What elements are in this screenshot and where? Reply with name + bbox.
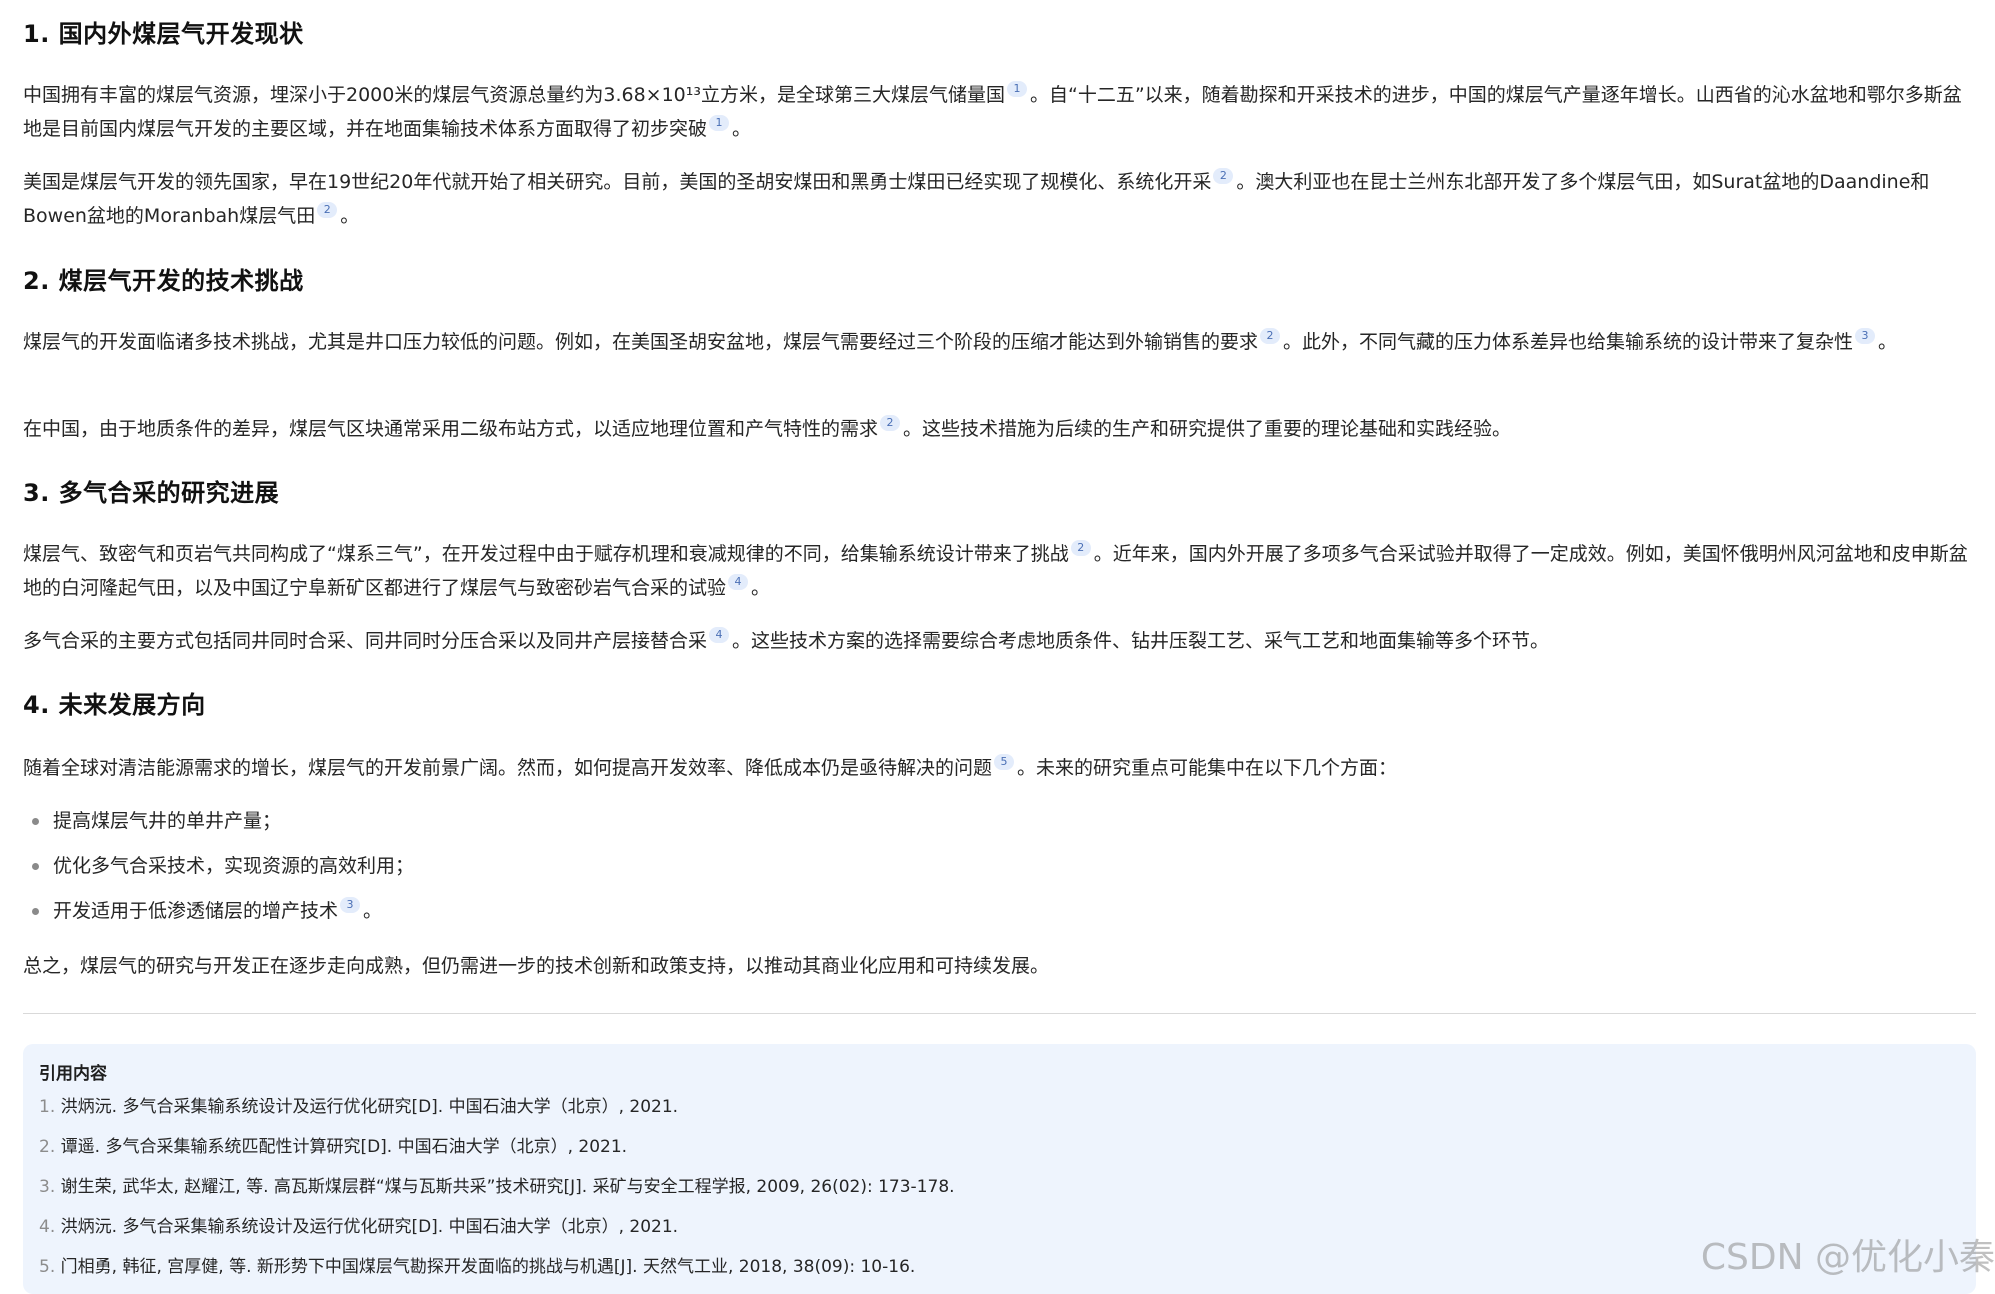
citation-badge[interactable]: 3 (1855, 328, 1876, 344)
reference-text: 门相勇, 韩征, 宫厚健, 等. 新形势下中国煤层气勘探开发面临的挑战与机遇[J… (60, 1257, 916, 1277)
section-heading: 2. 煤层气开发的技术挑战 (23, 267, 304, 295)
citation-badge[interactable]: 2 (880, 415, 901, 431)
reference-item-4[interactable]: 4. 洪炳沅. 多气合采集输系统设计及运行优化研究[D]. 中国石油大学（北京）… (39, 1214, 678, 1240)
list-item: 开发适用于低渗透储层的增产技术 3。 (23, 894, 1975, 939)
list-item-text: 提高煤层气井的单井产量； (53, 810, 282, 832)
reference-text: 谭遥. 多气合采集输系统匹配性计算研究[D]. 中国石油大学（北京）, 2021… (60, 1137, 628, 1157)
bullet-dot-icon (32, 863, 39, 870)
references-title: 引用内容 (39, 1064, 107, 1084)
section-3: 3. 多气合采的研究进展 (23, 476, 1975, 510)
citation-badge[interactable]: 1 (709, 115, 730, 131)
paragraph: 中国拥有丰富的煤层气资源，埋深小于2000米的煤层气资源总量约为3.68×10¹… (23, 81, 1962, 140)
section-1: 1. 国内外煤层气开发现状 (23, 17, 1975, 51)
references-panel: 引用内容 1. 洪炳沅. 多气合采集输系统设计及运行优化研究[D]. 中国石油大… (23, 1044, 1976, 1294)
reference-item-1[interactable]: 1. 洪炳沅. 多气合采集输系统设计及运行优化研究[D]. 中国石油大学（北京）… (39, 1094, 678, 1120)
reference-text: 洪炳沅. 多气合采集输系统设计及运行优化研究[D]. 中国石油大学（北京）, 2… (60, 1217, 679, 1237)
section-4: 4. 未来发展方向 (23, 688, 1975, 722)
reference-number: 5. (39, 1257, 56, 1277)
citation-badge[interactable]: 2 (1260, 328, 1281, 344)
bullet-dot-icon (32, 818, 39, 825)
citation-badge[interactable]: 2 (317, 202, 338, 218)
reference-number: 2. (39, 1137, 56, 1157)
paragraph: 多气合采的主要方式包括同井同时合采、同井同时分压合采以及同井产层接替合采 4 。这些… (23, 627, 1550, 652)
list-item: 优化多气合采技术，实现资源的高效利用； (23, 849, 1975, 894)
bullet-dot-icon (32, 908, 39, 915)
paragraph: 随着全球对清洁能源需求的增长，煤层气的开发前景广阔。然而，如何提高开发效率、降低… (23, 754, 1398, 779)
list-item-text: 优化多气合采技术，实现资源的高效利用； (53, 855, 415, 877)
reference-text: 谢生荣, 武华太, 赵耀江, 等. 高瓦斯煤层群“煤与瓦斯共采”技术研究[J].… (60, 1177, 955, 1197)
paragraph: 煤层气、致密气和页岩气共同构成了“煤系三气”，在开发过程中由于赋存机理和衰减规律… (23, 540, 1968, 599)
divider (23, 1013, 1976, 1014)
section-2: 2. 煤层气开发的技术挑战 (23, 264, 1975, 298)
reference-item-2[interactable]: 2. 谭遥. 多气合采集输系统匹配性计算研究[D]. 中国石油大学（北京）, 2… (39, 1134, 627, 1160)
watermark: CSDN @优化小秦 (1700, 1237, 1995, 1278)
citation-badge[interactable]: 5 (994, 754, 1015, 770)
section-heading: 3. 多气合采的研究进展 (23, 479, 280, 507)
citation-badge[interactable]: 2 (1213, 168, 1234, 184)
list-item: 提高煤层气井的单井产量； (23, 804, 1975, 849)
paragraph: 在中国，由于地质条件的差异，煤层气区块通常采用二级布站方式，以适应地理位置和产气… (23, 415, 1512, 440)
list-item-text: 开发适用于低渗透储层的增产技术 3。 (53, 897, 383, 922)
paragraph: 煤层气的开发面临诸多技术挑战，尤其是井口压力较低的问题。例如，在美国圣胡安盆地，… (23, 328, 1898, 353)
reference-text: 洪炳沅. 多气合采集输系统设计及运行优化研究[D]. 中国石油大学（北京）, 2… (60, 1097, 679, 1117)
citation-badge[interactable]: 4 (709, 627, 730, 643)
reference-item-5[interactable]: 5. 门相勇, 韩征, 宫厚健, 等. 新形势下中国煤层气勘探开发面临的挑战与机… (39, 1254, 915, 1280)
section-heading: 4. 未来发展方向 (23, 691, 206, 719)
reference-number: 1. (39, 1097, 56, 1117)
reference-number: 4. (39, 1217, 56, 1237)
citation-badge[interactable]: 2 (1070, 540, 1091, 556)
citation-badge[interactable]: 4 (728, 574, 749, 590)
citation-badge[interactable]: 3 (340, 897, 361, 913)
reference-item-3[interactable]: 3. 谢生荣, 武华太, 赵耀江, 等. 高瓦斯煤层群“煤与瓦斯共采”技术研究[… (39, 1174, 955, 1200)
citation-badge[interactable]: 1 (1007, 81, 1027, 97)
paragraph: 美国是煤层气开发的领先国家，早在19世纪20年代就开始了相关研究。目前，美国的圣… (23, 168, 1930, 227)
closing-paragraph: 总之，煤层气的研究与开发正在逐步走向成熟，但仍需进一步的技术创新和政策支持，以推… (23, 955, 1050, 977)
reference-number: 3. (39, 1177, 56, 1197)
section-heading: 1. 国内外煤层气开发现状 (23, 20, 304, 48)
bullet-list: 提高煤层气井的单井产量； 优化多气合采技术，实现资源的高效利用； 开发适用于低渗… (23, 804, 1975, 939)
